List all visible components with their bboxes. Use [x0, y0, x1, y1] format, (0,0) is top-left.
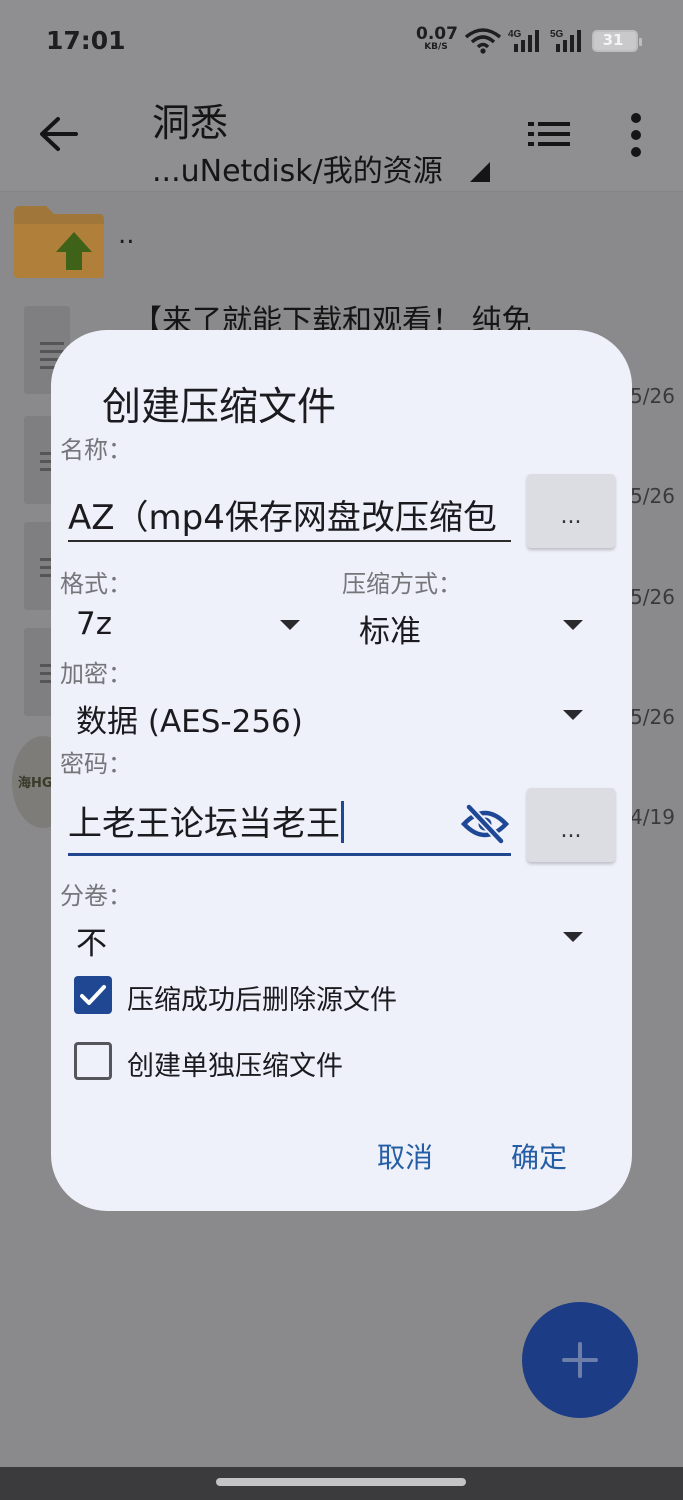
password-label: 密码： [60, 750, 132, 778]
chevron-down-icon [563, 710, 583, 720]
browse-path-button[interactable]: ... [527, 474, 615, 548]
create-archive-dialog: 创建压缩文件 名称： AZ（mp4保存网盘改压缩包 ... 格式： 7z 压缩方… [51, 330, 632, 1211]
file-date: 5/26 [630, 484, 675, 508]
status-bar: 17:01 0.07 KB/S 4G 5G 31 [0, 0, 683, 82]
file-date: 5/26 [630, 705, 675, 729]
back-arrow-icon[interactable] [38, 116, 78, 152]
split-volume-value: 不 [76, 926, 107, 962]
battery-level: 31 [602, 31, 624, 49]
network-speed-unit: KB/S [424, 42, 448, 52]
list-view-icon[interactable] [528, 122, 570, 146]
add-fab-button[interactable] [522, 1302, 638, 1418]
current-path[interactable]: ...uNetdisk/我的资源 [152, 146, 443, 190]
file-date: 5/26 [630, 585, 675, 609]
archive-name-input[interactable]: AZ（mp4保存网盘改压缩包 [68, 490, 511, 542]
home-gesture-handle[interactable] [216, 1478, 466, 1486]
password-value: 上老王论坛当老王 [68, 804, 340, 844]
password-input[interactable]: 上老王论坛当老王 [68, 796, 511, 856]
text-cursor [341, 801, 344, 843]
cancel-button[interactable]: 取消 [377, 1136, 433, 1176]
app-toolbar: 洞悉 ...uNetdisk/我的资源 [0, 82, 683, 192]
split-volume-label: 分卷： [60, 882, 132, 910]
checkmark-icon [80, 985, 106, 1005]
chevron-down-icon [563, 620, 583, 630]
encryption-dropdown[interactable]: 数据 (AES-256) [76, 696, 585, 740]
compression-method-dropdown[interactable]: 标准 [359, 606, 585, 650]
chevron-down-icon [280, 620, 300, 630]
plus-icon [562, 1342, 598, 1378]
signal-5g-label: 5G [550, 29, 564, 40]
chevron-down-icon [563, 932, 583, 942]
format-label: 格式： [60, 570, 132, 598]
page-title: 洞悉 [152, 101, 229, 145]
network-speed: 0.07 KB/S [416, 24, 458, 52]
file-date: 4/19 [630, 805, 675, 829]
dialog-title: 创建压缩文件 [102, 385, 337, 430]
file-date: 5/26 [630, 384, 675, 408]
split-volume-dropdown[interactable]: 不 [76, 918, 585, 962]
parent-folder-icon[interactable] [12, 204, 106, 280]
network-speed-value: 0.07 [416, 24, 458, 44]
ok-button[interactable]: 确定 [511, 1136, 567, 1176]
signal-4g-label: 4G [508, 29, 522, 40]
eye-off-icon[interactable] [461, 804, 509, 844]
system-nav-bar [0, 1467, 683, 1500]
battery-icon: 31 [592, 30, 642, 52]
status-time: 17:01 [46, 26, 126, 55]
wifi-icon [464, 28, 502, 54]
format-dropdown[interactable]: 7z [76, 606, 302, 650]
archive-name-value: AZ（mp4保存网盘改压缩包 [68, 498, 497, 538]
signal-5g-icon: 5G [550, 29, 581, 52]
separate-archive-checkbox[interactable] [74, 1042, 112, 1080]
more-options-icon[interactable] [628, 112, 644, 158]
password-options-button[interactable]: ... [527, 788, 615, 862]
encryption-label: 加密： [60, 660, 132, 688]
compression-method-label: 压缩方式： [342, 570, 462, 598]
format-value: 7z [76, 606, 112, 642]
separate-archive-label[interactable]: 创建单独压缩文件 [127, 1044, 343, 1083]
name-label: 名称： [60, 436, 132, 464]
compression-method-value: 标准 [359, 614, 421, 650]
delete-source-label[interactable]: 压缩成功后删除源文件 [127, 978, 397, 1017]
path-dropdown-corner-icon [470, 162, 490, 182]
parent-dir-label[interactable]: .. [118, 220, 135, 250]
delete-source-checkbox[interactable] [74, 976, 112, 1014]
encryption-value: 数据 (AES-256) [76, 704, 303, 740]
signal-4g-icon: 4G [508, 29, 539, 52]
